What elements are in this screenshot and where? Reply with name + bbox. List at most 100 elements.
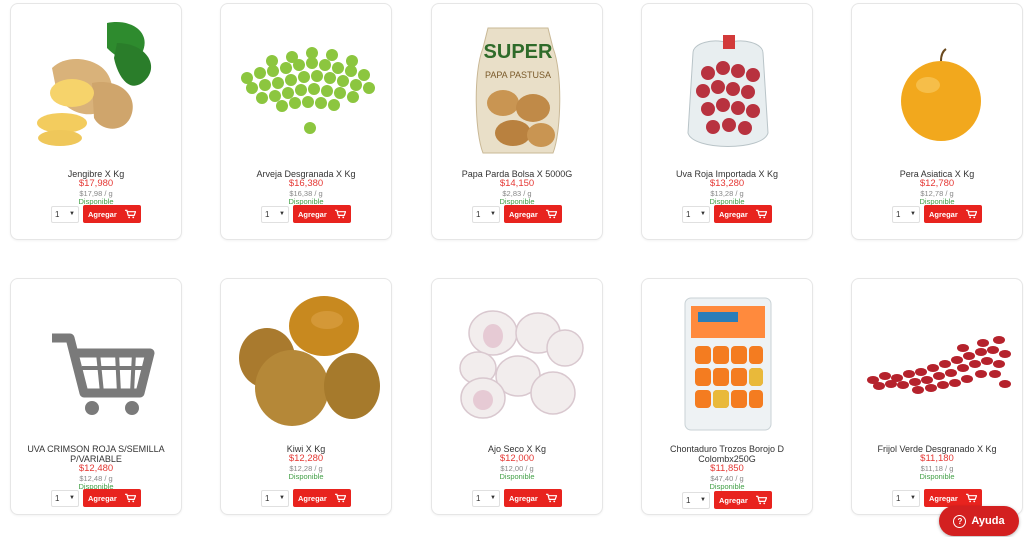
add-to-cart-button[interactable]: Agregar [83,489,141,507]
product-card[interactable]: Chontaduro Trozos Borojo D Colombx250G $… [641,278,813,515]
cart-icon [546,209,557,219]
quantity-select[interactable]: 1 ▼ [51,205,79,223]
caret-down-icon: ▼ [69,211,75,217]
quantity-value: 1 [476,493,481,503]
add-label: Agregar [719,209,748,219]
cart-placeholder-icon[interactable] [17,285,177,440]
product-price: $16,380 [288,178,324,189]
product-card[interactable]: Pera Asiatica X Kg $12,780 $12,78 / g Di… [851,3,1023,240]
product-price: $11,180 [920,453,954,464]
kiwi-image[interactable] [227,285,387,440]
cart-icon [966,209,977,219]
quantity-select[interactable]: 1 ▼ [682,491,710,509]
cart-icon [335,209,346,219]
add-to-cart-button[interactable]: Agregar [504,489,562,507]
grapes-bag-image[interactable] [648,10,808,165]
beans-image[interactable] [858,285,1018,440]
quantity-select[interactable]: 1 ▼ [261,489,289,507]
help-label: Ayuda [971,515,1005,527]
question-circle-icon: ? [953,514,967,528]
chontaduro-pack-image[interactable] [648,285,808,440]
quantity-value: 1 [896,493,901,503]
quantity-select[interactable]: 1 ▼ [892,205,920,223]
potato-bag-image[interactable]: SUPER PAPA PASTUSA [438,10,598,165]
availability-status: Disponible [288,472,324,481]
product-card[interactable]: UVA CRIMSON ROJA S/SEMILLA P/VARIABLE $1… [10,278,182,515]
product-grid: Jengibre X Kg $17,980 $17,98 / g Disponi… [0,0,1024,537]
cart-icon [125,493,136,503]
quantity-select[interactable]: 1 ▼ [682,205,710,223]
quantity-value: 1 [686,209,691,219]
quantity-select[interactable]: 1 ▼ [472,489,500,507]
quantity-value: 1 [896,209,901,219]
product-price: $12,780 [919,178,955,189]
caret-down-icon: ▼ [279,495,285,501]
cart-icon [546,493,557,503]
add-label: Agregar [88,493,117,503]
caret-down-icon: ▼ [490,495,496,501]
caret-down-icon: ▼ [69,495,75,501]
product-name[interactable]: Chontaduro Trozos Borojo D Colombx250G [642,444,812,464]
quantity-value: 1 [265,493,270,503]
add-label: Agregar [929,209,958,219]
product-price: $12,280 [288,453,324,464]
add-to-cart-button[interactable]: Agregar [83,205,141,223]
quantity-select[interactable]: 1 ▼ [51,489,79,507]
product-card[interactable]: Jengibre X Kg $17,980 $17,98 / g Disponi… [10,3,182,240]
quantity-value: 1 [55,493,60,503]
product-price: $12,480 [78,463,114,474]
ginger-image[interactable] [17,10,177,165]
add-to-cart-button[interactable]: Agregar [714,205,772,223]
caret-down-icon: ▼ [910,211,916,217]
product-price: $11,850 [710,463,744,474]
svg-text:PAPA PASTUSA: PAPA PASTUSA [485,70,551,80]
quantity-select[interactable]: 1 ▼ [892,489,920,507]
quantity-value: 1 [686,495,691,505]
cart-icon [756,495,767,505]
product-card[interactable]: Uva Roja Importada X Kg $13,280 $13,28 /… [641,3,813,240]
product-card[interactable]: SUPER PAPA PASTUSA Papa Parda Bolsa X 50… [431,3,603,240]
add-label: Agregar [88,209,117,219]
product-price: $12,000 [499,453,535,464]
add-to-cart-button[interactable]: Agregar [504,205,562,223]
product-price: $17,980 [78,178,114,189]
add-label: Agregar [298,209,327,219]
add-label: Agregar [298,493,327,503]
cart-icon [966,493,977,503]
help-button[interactable]: ? Ayuda [939,506,1019,536]
caret-down-icon: ▼ [700,211,706,217]
availability-status: Disponible [919,472,955,481]
add-to-cart-button[interactable]: Agregar [293,489,351,507]
quantity-value: 1 [55,209,60,219]
product-name[interactable]: UVA CRIMSON ROJA S/SEMILLA P/VARIABLE [11,444,181,464]
quantity-select[interactable]: 1 ▼ [261,205,289,223]
quantity-value: 1 [265,209,270,219]
add-label: Agregar [509,493,538,503]
quantity-value: 1 [476,209,481,219]
product-card[interactable]: Arveja Desgranada X Kg $16,380 $16,38 / … [220,3,392,240]
add-label: Agregar [929,493,958,503]
add-to-cart-button[interactable]: Agregar [924,205,982,223]
product-price: $14,150 [499,178,535,189]
add-to-cart-button[interactable]: Agregar [924,489,982,507]
caret-down-icon: ▼ [910,495,916,501]
availability-status: Disponible [709,482,745,491]
cart-icon [125,209,136,219]
caret-down-icon: ▼ [700,497,706,503]
quantity-select[interactable]: 1 ▼ [472,205,500,223]
product-card[interactable]: Kiwi X Kg $12,280 $12,28 / g Disponible … [220,278,392,515]
caret-down-icon: ▼ [490,211,496,217]
svg-text:SUPER: SUPER [484,41,553,63]
product-card[interactable]: Ajo Seco X Kg $12,000 $12,00 / g Disponi… [431,278,603,515]
garlic-image[interactable] [438,285,598,440]
cart-icon [756,209,767,219]
peas-image[interactable] [227,10,387,165]
add-to-cart-button[interactable]: Agregar [293,205,351,223]
add-label: Agregar [509,209,538,219]
availability-status: Disponible [499,472,535,481]
product-card[interactable]: Frijol Verde Desgranado X Kg $11,180 $11… [851,278,1023,515]
add-label: Agregar [719,495,748,505]
cart-icon [335,493,346,503]
asian-pear-image[interactable] [858,10,1018,165]
add-to-cart-button[interactable]: Agregar [714,491,772,509]
